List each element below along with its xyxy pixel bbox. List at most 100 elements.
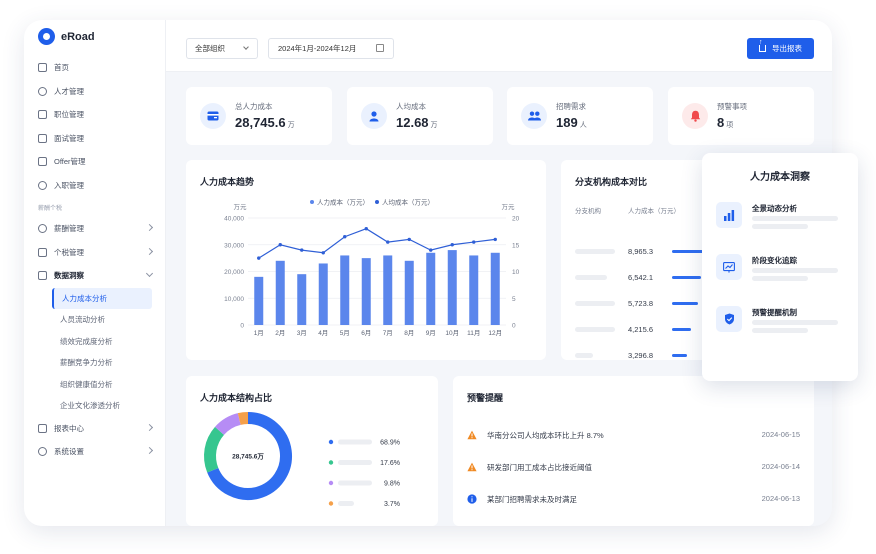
sidebar-item-label: 职位管理 bbox=[54, 110, 84, 120]
y2-tick-label: 15 bbox=[512, 242, 520, 249]
sidebar-item-label: 入职管理 bbox=[54, 180, 84, 190]
kpi-unit: 万 bbox=[430, 122, 438, 129]
branch-value: 4,215.6 bbox=[628, 325, 654, 334]
line-point bbox=[407, 237, 411, 242]
kpi-number: 12.68 bbox=[396, 115, 429, 130]
sidebar-item-label: 人才管理 bbox=[54, 86, 84, 96]
sidebar: eRoad 首页 人才管理 职位管理 面试管理 Offer管理 入职管理 薪酬个… bbox=[24, 20, 166, 526]
trend-legend: 人力成本（万元） 人均成本（万元） bbox=[310, 198, 434, 207]
shield-icon bbox=[716, 306, 742, 332]
sidebar-subitem-org-health[interactable]: 组织健康值分析 bbox=[24, 374, 166, 396]
insight-item-alert-mechanism[interactable]: 预警提醒机制 bbox=[716, 306, 846, 336]
insight-item-tracking[interactable]: 阶段变化追踪 bbox=[716, 254, 846, 284]
kpi-card-hiring-demand: 招聘需求 189 人 bbox=[507, 87, 653, 145]
chevron-down-icon bbox=[145, 269, 154, 278]
trend-chart: 万元 万元 人力成本（万元） 人均成本（万元） 0 10,000 20,000 30,000 4… bbox=[224, 198, 520, 338]
sidebar-item-onboarding[interactable]: 入职管理 bbox=[24, 174, 166, 198]
x-tick-label: 10月 bbox=[445, 329, 459, 337]
gear-icon bbox=[38, 447, 47, 457]
y2-tick-label: 10 bbox=[512, 269, 520, 276]
donut-slice bbox=[237, 412, 249, 425]
sidebar-subitem-cost-analysis[interactable]: 人力成本分析 bbox=[52, 287, 152, 309]
warnings-card: 预警提醒 华南分公司人均成本环比上升 8.7% 2024-06-15 研发部门用工成… bbox=[453, 376, 814, 526]
warning-date: 2024-06-13 bbox=[761, 494, 800, 503]
warning-row[interactable]: 华南分公司人均成本环比上升 8.7% 2024-06-15 bbox=[467, 428, 800, 444]
document-icon bbox=[38, 157, 47, 167]
line-point bbox=[472, 240, 476, 244]
bar bbox=[383, 255, 393, 325]
sidebar-subitem-competitiveness[interactable]: 薪酬竞争力分析 bbox=[24, 352, 166, 374]
y-tick-label: 10,000 bbox=[224, 296, 244, 303]
bar-chart-icon bbox=[716, 202, 742, 228]
legend-placeholder bbox=[338, 460, 372, 465]
insight-item-panorama[interactable]: 全景动态分析 bbox=[716, 202, 846, 232]
sidebar-item-home[interactable]: 首页 bbox=[24, 56, 166, 80]
warning-row[interactable]: 研发部门用工成本占比接近阈值 2024-06-14 bbox=[467, 460, 800, 476]
sidebar-item-settings[interactable]: 系统设置 bbox=[24, 440, 166, 464]
legend-placeholder bbox=[338, 480, 372, 486]
topbar: 全部组织 2024年1月-2024年12月 导出报表 bbox=[166, 20, 832, 72]
sidebar-item-reports[interactable]: 报表中心 bbox=[24, 417, 166, 441]
warning-row[interactable]: 某部门招聘需求未及时满足 2024-06-13 bbox=[467, 492, 800, 508]
branch-name-placeholder bbox=[575, 353, 593, 358]
legend-marker bbox=[328, 439, 334, 445]
bar bbox=[447, 250, 457, 325]
date-range-picker[interactable]: 2024年1月-2024年12月 bbox=[268, 38, 394, 59]
sidebar-item-tax[interactable]: 个税管理 bbox=[24, 241, 166, 265]
bar bbox=[469, 255, 479, 325]
user-icon bbox=[361, 103, 387, 129]
cost-structure-card: 人力成本结构占比 28,745.6万 68.9% 17.6% 9.8% 3.7% bbox=[186, 376, 438, 526]
bar bbox=[361, 258, 371, 325]
money-icon bbox=[38, 224, 47, 234]
legend-placeholder bbox=[338, 501, 354, 506]
kpi-label: 预警事项 bbox=[717, 102, 747, 111]
warning-text: 某部门招聘需求未及时满足 bbox=[487, 495, 577, 504]
insight-item-label: 全景动态分析 bbox=[752, 204, 797, 213]
bar bbox=[275, 260, 285, 325]
building-icon bbox=[38, 110, 47, 120]
line-point bbox=[257, 256, 261, 260]
kpi-unit: 人 bbox=[579, 122, 587, 129]
y2-tick-label: 0 bbox=[512, 323, 516, 330]
kpi-card-total-cost: 总人力成本 28,745.6 万 bbox=[186, 87, 332, 145]
sidebar-item-positions[interactable]: 职位管理 bbox=[24, 103, 166, 127]
line-point bbox=[364, 227, 368, 231]
warning-text: 华南分公司人均成本环比上升 8.7% bbox=[487, 431, 604, 440]
placeholder-line bbox=[752, 224, 808, 229]
placeholder-line bbox=[752, 320, 838, 325]
line-point bbox=[429, 248, 433, 252]
sidebar-item-payroll[interactable]: 薪酬管理 bbox=[24, 217, 166, 241]
branch-value: 5,723.8 bbox=[628, 299, 654, 308]
bell-icon bbox=[682, 103, 708, 129]
org-select[interactable]: 全部组织 bbox=[186, 38, 258, 59]
kpi-number: 28,745.6 bbox=[235, 115, 286, 130]
branch-row: 4,215.6 bbox=[575, 325, 721, 335]
line-point bbox=[300, 248, 304, 252]
cost-column-header: 人力成本（万元） bbox=[628, 208, 680, 215]
sidebar-item-talent[interactable]: 人才管理 bbox=[24, 80, 166, 104]
org-select-value: 全部组织 bbox=[195, 44, 225, 53]
y-tick-label: 40,000 bbox=[224, 216, 244, 223]
upload-icon bbox=[759, 39, 766, 52]
right-axis-unit: 万元 bbox=[502, 203, 516, 211]
sidebar-section-label: 薪酬个税 bbox=[38, 205, 63, 212]
sidebar-subitem-turnover[interactable]: 人员流动分析 bbox=[24, 309, 166, 331]
bar bbox=[254, 276, 264, 325]
warning-date: 2024-06-14 bbox=[761, 462, 800, 471]
branch-compare-card: 分支机构成本对比 分支机构 人力成本（万元） 8,965.3 6,542.1 5,7… bbox=[561, 160, 721, 360]
logo[interactable]: eRoad bbox=[38, 28, 95, 45]
sidebar-subitem-culture[interactable]: 企业文化渗透分析 bbox=[24, 395, 166, 417]
sidebar-subitem-performance[interactable]: 绩效完成度分析 bbox=[24, 331, 166, 353]
sidebar-item-insights[interactable]: 数据洞察 bbox=[24, 264, 166, 288]
y-tick-label: 0 bbox=[240, 323, 244, 330]
bar-chart-icon bbox=[38, 271, 47, 281]
trend-chart-card: 人力成本趋势 万元 万元 人力成本（万元） 人均成本（万元） 0 10,000 20,000… bbox=[186, 160, 546, 360]
branch-value: 3,296.8 bbox=[628, 351, 654, 360]
branch-bar bbox=[672, 302, 698, 305]
sidebar-item-offers[interactable]: Offer管理 bbox=[24, 150, 166, 174]
insight-panel: 人力成本洞察 全景动态分析 阶段变化追踪 预警提醒机制 bbox=[702, 153, 858, 381]
sidebar-item-interviews[interactable]: 面试管理 bbox=[24, 127, 166, 151]
kpi-label: 总人力成本 bbox=[235, 102, 273, 111]
export-report-button[interactable]: 导出报表 bbox=[747, 38, 814, 59]
branch-compare-title: 分支机构成本对比 bbox=[575, 177, 648, 187]
